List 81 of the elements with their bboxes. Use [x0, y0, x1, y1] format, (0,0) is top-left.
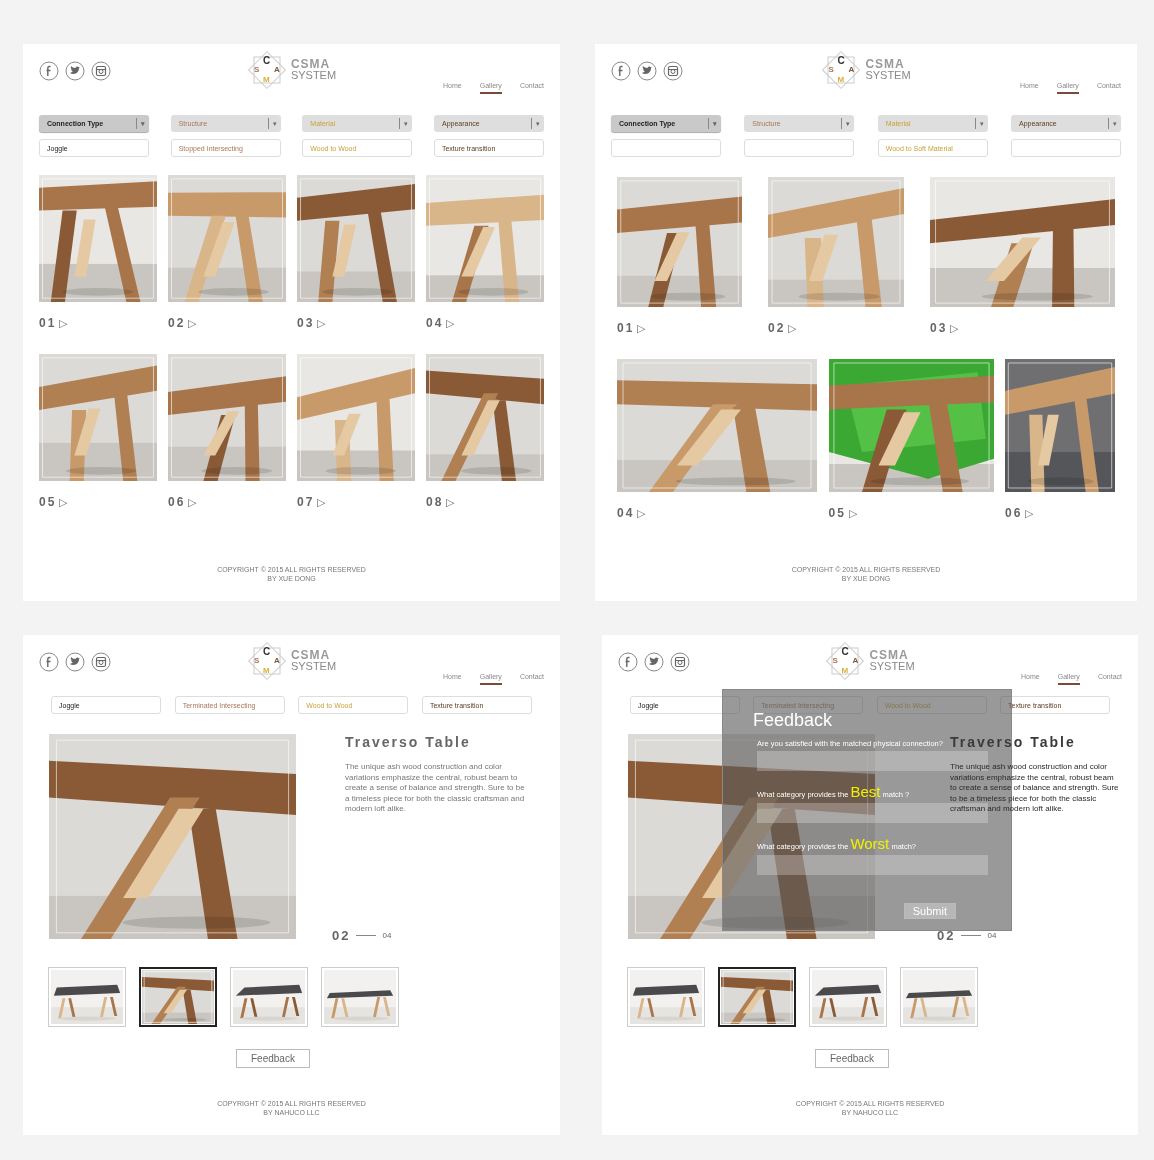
product-title: Traverso Table — [345, 734, 472, 750]
play-icon[interactable]: ▷ — [788, 321, 799, 335]
item-number[interactable]: 04 — [617, 506, 635, 520]
item-number[interactable]: 01 — [39, 316, 57, 330]
bird-icon[interactable] — [65, 61, 85, 81]
play-icon[interactable]: ▷ — [446, 316, 457, 330]
logo-letter: S — [832, 657, 838, 665]
logo-letter: A — [273, 657, 280, 665]
camera-icon[interactable] — [91, 652, 111, 672]
play-icon[interactable]: ▷ — [446, 495, 457, 509]
logo-letter: A — [273, 66, 280, 74]
logo-letter: M — [837, 76, 845, 84]
brand-subtitle: SYSTEM — [865, 70, 911, 81]
filter-value-field[interactable] — [611, 139, 721, 157]
play-icon[interactable]: ▷ — [188, 316, 199, 330]
f-circle-icon[interactable] — [39, 61, 59, 81]
brand-subtitle: SYSTEM — [290, 661, 337, 672]
logo-letter: A — [852, 657, 859, 665]
page-number: 02 — [937, 928, 956, 943]
f-circle-icon[interactable] — [39, 652, 59, 672]
logo-letter: A — [848, 66, 855, 74]
item-number[interactable]: 02 — [168, 316, 186, 330]
play-icon[interactable]: ▷ — [848, 506, 859, 520]
item-number[interactable]: 04 — [426, 316, 444, 330]
item-number[interactable]: 06 — [1005, 506, 1023, 520]
logo-letter: S — [253, 66, 260, 74]
item-number[interactable]: 02 — [768, 321, 786, 335]
f-circle-icon[interactable] — [611, 61, 631, 81]
logo-letter: M — [262, 667, 270, 675]
play-icon[interactable]: ▷ — [188, 495, 199, 509]
brand-title: CSMA — [290, 650, 332, 661]
item-number[interactable]: 03 — [297, 316, 315, 330]
bird-icon[interactable] — [644, 652, 664, 672]
logo-letter: S — [253, 657, 260, 665]
item-number[interactable]: 03 — [930, 321, 948, 335]
play-icon[interactable]: ▷ — [1025, 506, 1036, 520]
product-description: The unique ash wood construction and color variations emphasize the central, robust beam to create a sense of balance and strength. Sure to be a timeless piece for both the classic craftsman and modern loft alike. — [345, 762, 525, 815]
thumbnail[interactable] — [718, 967, 796, 1027]
play-icon[interactable]: ▷ — [637, 321, 648, 335]
camera-icon[interactable] — [91, 61, 111, 81]
thumbnail[interactable] — [139, 967, 217, 1027]
diamond-icon — [246, 641, 287, 681]
item-number[interactable]: 07 — [297, 495, 315, 509]
logo-letter: C — [262, 647, 271, 657]
page-number: 02 — [332, 928, 351, 943]
brand-title: CSMA — [865, 59, 906, 70]
brand-title: CSMA — [290, 59, 332, 70]
logo-letter: C — [262, 56, 271, 66]
play-icon[interactable]: ▷ — [59, 316, 70, 330]
logo-letter: M — [262, 76, 270, 84]
filter-value-field[interactable] — [1011, 139, 1121, 157]
play-icon[interactable]: ▷ — [59, 495, 70, 509]
logo-letter: S — [828, 66, 834, 74]
feedback-button[interactable]: Feedback — [236, 1049, 310, 1068]
filter-value-field[interactable] — [744, 139, 855, 157]
item-number[interactable]: 01 — [617, 321, 635, 335]
play-icon[interactable]: ▷ — [317, 495, 328, 509]
f-circle-icon[interactable] — [618, 652, 638, 672]
brand-title: CSMA — [869, 650, 910, 661]
play-icon[interactable]: ▷ — [637, 506, 648, 520]
item-number[interactable]: 08 — [426, 495, 444, 509]
item-number[interactable]: 05 — [828, 506, 846, 520]
diamond-icon — [825, 641, 866, 681]
play-icon[interactable]: ▷ — [950, 321, 961, 335]
diamond-icon — [821, 50, 862, 90]
logo-letter: C — [837, 56, 845, 66]
diamond-icon — [246, 50, 287, 90]
logo-letter: C — [841, 647, 849, 657]
brand-subtitle: SYSTEM — [869, 661, 915, 672]
logo-letter: M — [841, 667, 849, 675]
bird-icon[interactable] — [637, 61, 657, 81]
brand-subtitle: SYSTEM — [290, 70, 337, 81]
page-total: 04 — [987, 931, 997, 940]
page-total: 04 — [382, 931, 392, 940]
feedback-button[interactable]: Feedback — [815, 1049, 889, 1068]
play-icon[interactable]: ▷ — [317, 316, 328, 330]
bird-icon[interactable] — [65, 652, 85, 672]
item-number[interactable]: 05 — [39, 495, 57, 509]
camera-icon[interactable] — [670, 652, 690, 672]
item-number[interactable]: 06 — [168, 495, 186, 509]
camera-icon[interactable] — [663, 61, 683, 81]
